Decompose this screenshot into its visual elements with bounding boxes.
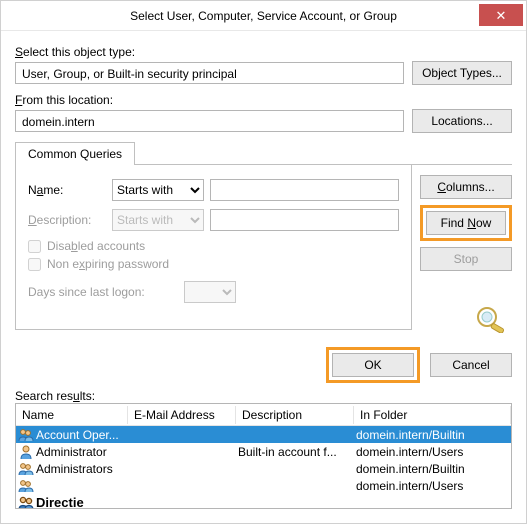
days-since-label: Days since last logon: — [28, 285, 178, 299]
col-header-name[interactable]: Name — [16, 406, 128, 424]
results-header: Name E-Mail Address Description In Folde… — [16, 404, 511, 426]
description-label: Description: — [28, 213, 106, 227]
table-row[interactable]: Administrator Built-in account f...domein… — [16, 443, 511, 460]
cell-folder: domein.intern/Builtin — [354, 462, 511, 476]
dialog-content: Select this object type: User, Group, or… — [1, 31, 526, 523]
table-row[interactable]: Account Oper... domein.intern/Builtin — [16, 426, 511, 443]
cell-name: Directie — [16, 495, 128, 510]
cell-folder: domein.intern/Builtin — [354, 428, 511, 442]
cell-description: Built-in account f... — [236, 445, 354, 459]
results-list[interactable]: Name E-Mail Address Description In Folde… — [15, 403, 512, 509]
close-button[interactable]: ✕ — [479, 4, 523, 26]
description-match-select: Starts with — [112, 209, 204, 231]
col-header-folder[interactable]: In Folder — [354, 406, 511, 424]
group-icon — [18, 427, 34, 443]
window-title: Select User, Computer, Service Account, … — [130, 9, 397, 23]
close-icon: ✕ — [496, 9, 507, 22]
cell-name: Account Oper... — [16, 427, 128, 443]
cell-name: Administrator — [16, 444, 128, 460]
col-header-email[interactable]: E-Mail Address — [128, 406, 236, 424]
object-type-field[interactable]: User, Group, or Built-in security princi… — [15, 62, 404, 84]
non-expiring-checkbox — [28, 258, 41, 271]
tabstrip: Common Queries — [15, 141, 512, 165]
find-now-highlight: Find Now — [420, 205, 512, 241]
col-header-description[interactable]: Description — [236, 406, 354, 424]
cell-folder: domein.intern/Users — [354, 445, 511, 459]
dialog-window: Select User, Computer, Service Account, … — [0, 0, 527, 524]
find-now-button[interactable]: Find Now — [426, 211, 506, 235]
cell-name — [16, 478, 128, 494]
locations-button[interactable]: Locations... — [412, 109, 512, 133]
name-label: Name: — [28, 183, 106, 197]
cell-folder: domein.intern/Users — [354, 479, 511, 493]
cancel-button[interactable]: Cancel — [430, 353, 512, 377]
ok-highlight: OK — [326, 347, 420, 383]
non-expiring-label: Non expiring password — [47, 257, 169, 271]
columns-button[interactable]: Columns... — [420, 175, 512, 199]
common-queries-panel: Name: Starts with Description: Starts wi… — [15, 165, 412, 330]
group-icon — [18, 478, 34, 494]
table-row[interactable]: Directie — [16, 494, 511, 509]
ok-button[interactable]: OK — [332, 353, 414, 377]
stop-button: Stop — [420, 247, 512, 271]
disabled-accounts-checkbox — [28, 240, 41, 253]
table-row[interactable]: domein.intern/Users — [16, 477, 511, 494]
search-icon — [474, 305, 508, 333]
user-icon — [18, 444, 34, 460]
side-column: Columns... Find Now Stop — [420, 165, 512, 333]
titlebar: Select User, Computer, Service Account, … — [1, 1, 526, 31]
group-bold-icon — [18, 495, 34, 510]
name-match-select[interactable]: Starts with — [112, 179, 204, 201]
location-label: From this location: — [15, 93, 512, 107]
object-types-button[interactable]: Object Types... — [412, 61, 512, 85]
description-input[interactable] — [210, 209, 399, 231]
location-field[interactable]: domein.intern — [15, 110, 404, 132]
tab-common-queries[interactable]: Common Queries — [15, 142, 135, 165]
table-row[interactable]: Administrators domein.intern/Builtin — [16, 460, 511, 477]
group-icon — [18, 461, 34, 477]
cell-name: Administrators — [16, 461, 128, 477]
disabled-accounts-label: Disabled accounts — [47, 239, 145, 253]
search-results-label: Search results: — [15, 389, 512, 403]
object-type-label: Select this object type: — [15, 45, 512, 59]
days-since-select — [184, 281, 236, 303]
name-input[interactable] — [210, 179, 399, 201]
